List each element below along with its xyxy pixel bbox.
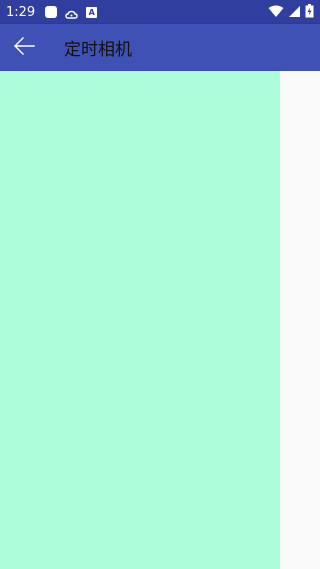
app-bar: 定时相机 bbox=[0, 24, 320, 71]
arrow-back-icon bbox=[13, 36, 35, 59]
app-square-icon bbox=[45, 6, 58, 18]
battery-icon bbox=[305, 3, 314, 22]
a-badge-icon: A bbox=[86, 6, 98, 18]
status-time: 1:29 bbox=[6, 4, 36, 20]
status-bar: 1:29 A bbox=[0, 0, 320, 24]
signal-icon bbox=[288, 3, 301, 22]
back-button[interactable] bbox=[0, 24, 48, 71]
wifi-icon bbox=[268, 3, 284, 22]
page-title: 定时相机 bbox=[64, 40, 132, 60]
screen: 1:29 A 定时相机 bbox=[0, 0, 320, 569]
system-icons bbox=[268, 3, 314, 22]
notification-icons: A bbox=[45, 6, 98, 19]
camera-preview[interactable] bbox=[0, 71, 280, 569]
side-panel bbox=[280, 71, 320, 569]
cloud-icon bbox=[65, 6, 78, 19]
